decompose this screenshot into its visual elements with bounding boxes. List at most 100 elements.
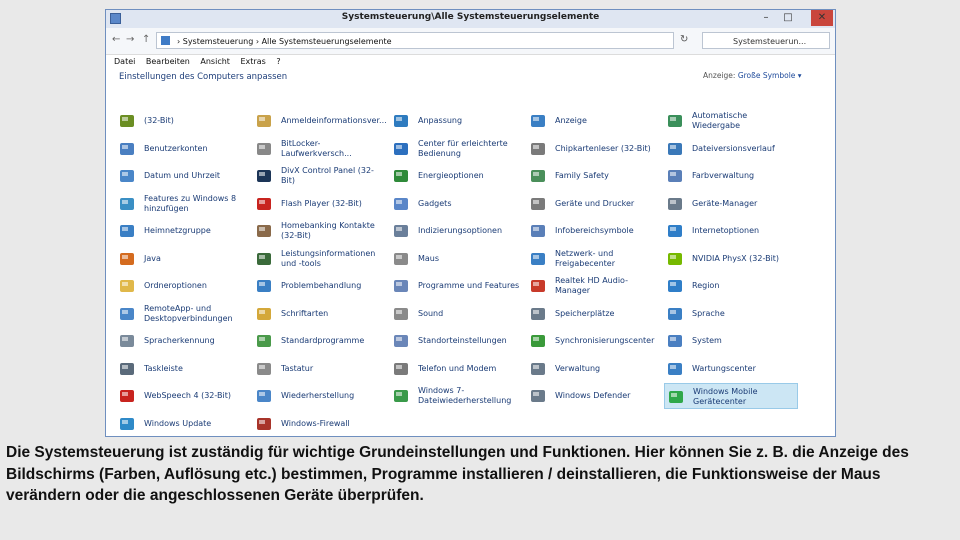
control-panel-item[interactable]: Datum und Uhrzeit [116, 163, 250, 189]
control-panel-item[interactable]: Leistungsinformationen und -tools [253, 246, 387, 272]
item-label: (32-Bit) [144, 116, 174, 126]
menu-extras[interactable]: Extras [240, 55, 265, 69]
control-panel-item[interactable]: (32-Bit) [116, 108, 250, 134]
control-panel-item[interactable]: Indizierungsoptionen [390, 218, 524, 244]
control-panel-window: Systemsteuerung\Alle Systemsteuerungsele… [105, 9, 836, 437]
control-panel-item[interactable]: Automatische Wiedergabe [664, 108, 798, 134]
forward-arrow-icon[interactable]: → [126, 34, 134, 45]
control-panel-item[interactable]: Geräte-Manager [664, 191, 798, 217]
item-label: Center für erleichterte Bedienung [418, 138, 508, 158]
file-history-icon [667, 141, 683, 157]
control-panel-item[interactable]: Anpassung [390, 108, 524, 134]
address-bar[interactable]: › Systemsteuerung › Alle Systemsteuerung… [156, 32, 674, 49]
control-panel-item[interactable]: Anzeige [527, 108, 661, 134]
control-panel-item[interactable]: Speicherplätze [527, 301, 661, 327]
administrative-tools-icon [530, 361, 546, 377]
control-panel-item[interactable]: NVIDIA PhysX (32-Bit) [664, 246, 798, 272]
control-panel-item[interactable]: Verwaltung [527, 356, 661, 382]
control-panel-item[interactable]: Java [116, 246, 250, 272]
control-panel-item[interactable]: Netzwerk- und Freigabecenter [527, 246, 661, 272]
item-label: Synchronisierungscenter [555, 336, 655, 346]
control-panel-item[interactable]: Infobereichsymbole [527, 218, 661, 244]
item-label: Flash Player (32-Bit) [281, 198, 362, 208]
control-panel-item[interactable]: Windows-Firewall [253, 411, 387, 437]
control-panel-item[interactable]: Standorteinstellungen [390, 328, 524, 354]
nvidia-icon [667, 251, 683, 267]
close-button[interactable]: ✕ [811, 10, 833, 26]
internet-options-icon [667, 223, 683, 239]
control-panel-item[interactable]: WebSpeech 4 (32-Bit) [116, 383, 250, 409]
breadcrumb[interactable]: › Systemsteuerung › Alle Systemsteuerung… [177, 37, 392, 46]
control-panel-item[interactable]: Telefon und Modem [390, 356, 524, 382]
control-panel-item[interactable]: Maus [390, 246, 524, 272]
control-panel-item[interactable]: Energieoptionen [390, 163, 524, 189]
control-panel-item[interactable]: Windows Update [116, 411, 250, 437]
display-icon [530, 113, 546, 129]
control-panel-item[interactable]: Synchronisierungscenter [527, 328, 661, 354]
control-panel-item[interactable]: Windows Mobile Gerätecenter [664, 383, 798, 409]
control-panel-item[interactable]: Sprache [664, 301, 798, 327]
minimize-button[interactable]: – [755, 10, 777, 26]
back-arrow-icon[interactable]: ← [112, 34, 120, 45]
control-panel-item[interactable]: Windows 7-Dateiwiederherstellung [390, 383, 524, 409]
control-panel-item[interactable]: Tastatur [253, 356, 387, 382]
control-panel-item[interactable]: Programme und Features [390, 273, 524, 299]
add-features-icon [119, 196, 135, 212]
control-panel-item[interactable]: Anmeldeinformationsver... [253, 108, 387, 134]
item-label: Maus [418, 253, 440, 263]
item-label: Internetoptionen [692, 226, 760, 236]
control-panel-item[interactable]: Center für erleichterte Bedienung [390, 136, 524, 162]
control-panel-item[interactable]: Sound [390, 301, 524, 327]
control-panel-item[interactable]: DivX Control Panel (32-Bit) [253, 163, 387, 189]
up-arrow-icon[interactable]: ↑ [142, 34, 150, 45]
item-label: Features zu Windows 8 hinzufügen [144, 193, 237, 213]
menu-ansicht[interactable]: Ansicht [200, 55, 230, 69]
control-panel-item[interactable]: Spracherkennung [116, 328, 250, 354]
control-panel-item[interactable]: Standardprogramme [253, 328, 387, 354]
language-icon [667, 306, 683, 322]
control-panel-item[interactable]: Dateiversionsverlauf [664, 136, 798, 162]
control-panel-item[interactable]: Geräte und Drucker [527, 191, 661, 217]
control-panel-item[interactable]: Region [664, 273, 798, 299]
control-panel-item[interactable]: Flash Player (32-Bit) [253, 191, 387, 217]
view-selector[interactable]: Anzeige: Große Symbole ▾ [703, 71, 802, 80]
control-panel-item[interactable]: RemoteApp- und Desktopverbindungen [116, 301, 250, 327]
control-panel-item[interactable]: Wiederherstellung [253, 383, 387, 409]
item-label: WebSpeech 4 (32-Bit) [144, 391, 231, 401]
control-panel-item[interactable]: Family Safety [527, 163, 661, 189]
menu-bearbeiten[interactable]: Bearbeiten [146, 55, 190, 69]
menu-help[interactable]: ? [276, 55, 280, 69]
item-label: Verwaltung [555, 363, 601, 373]
control-panel-item[interactable]: Schriftarten [253, 301, 387, 327]
control-panel-item[interactable]: Wartungscenter [664, 356, 798, 382]
refresh-icon[interactable]: ↻ [680, 34, 688, 45]
item-label: Programme und Features [418, 281, 520, 291]
item-label: RemoteApp- und Desktopverbindungen [144, 303, 233, 323]
control-panel-item[interactable]: Features zu Windows 8 hinzufügen [116, 191, 250, 217]
control-panel-item[interactable]: Windows Defender [527, 383, 661, 409]
item-label: Dateiversionsverlauf [692, 143, 775, 153]
menu-datei[interactable]: Datei [114, 55, 135, 69]
control-panel-item[interactable]: Ordneroptionen [116, 273, 250, 299]
control-panel-item[interactable]: BitLocker-Laufwerkversch... [253, 136, 387, 162]
item-label: Problembehandlung [281, 281, 362, 291]
fonts-icon [256, 306, 272, 322]
search-input[interactable]: Systemsteuerun... [702, 32, 830, 49]
control-panel-item[interactable]: Benutzerkonten [116, 136, 250, 162]
item-label: BitLocker-Laufwerkversch... [281, 138, 352, 158]
control-panel-item[interactable]: Chipkartenleser (32-Bit) [527, 136, 661, 162]
control-panel-item[interactable]: Gadgets [390, 191, 524, 217]
item-label: Infobereichsymbole [555, 226, 634, 236]
control-panel-item[interactable]: Heimnetzgruppe [116, 218, 250, 244]
control-panel-item[interactable]: Realtek HD Audio-Manager [527, 273, 661, 299]
view-dropdown[interactable]: Große Symbole ▾ [738, 71, 802, 80]
title-bar[interactable]: Systemsteuerung\Alle Systemsteuerungsele… [106, 10, 835, 28]
maximize-button[interactable]: □ [777, 10, 799, 26]
personalization-icon [393, 113, 409, 129]
control-panel-item[interactable]: Homebanking Kontakte (32-Bit) [253, 218, 387, 244]
control-panel-item[interactable]: Farbverwaltung [664, 163, 798, 189]
control-panel-item[interactable]: Internetoptionen [664, 218, 798, 244]
control-panel-item[interactable]: Taskleiste [116, 356, 250, 382]
control-panel-item[interactable]: Problembehandlung [253, 273, 387, 299]
control-panel-item[interactable]: System [664, 328, 798, 354]
